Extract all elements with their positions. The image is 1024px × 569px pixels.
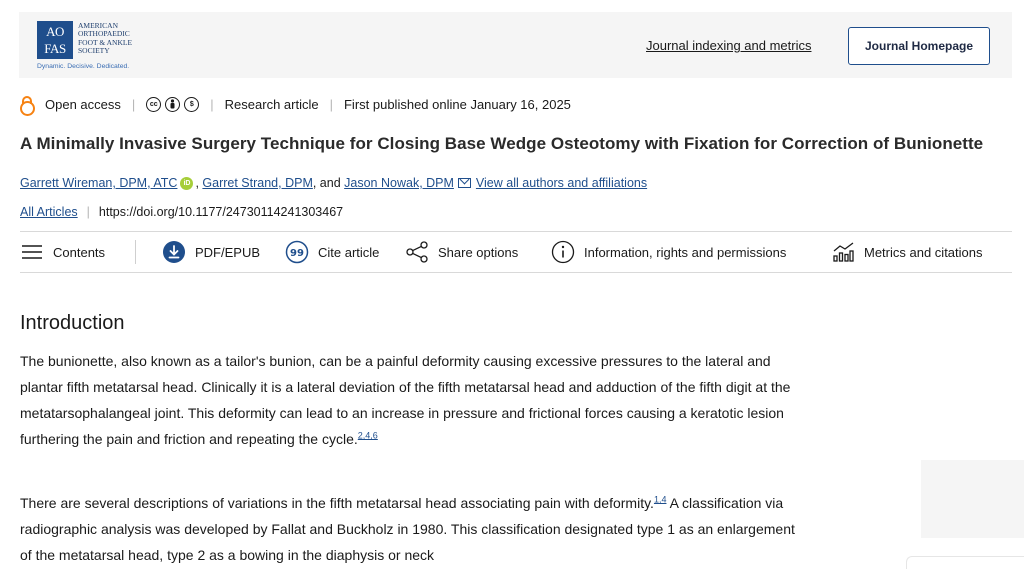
orcid-icon[interactable]: iD: [180, 176, 194, 190]
reference-link[interactable]: 2,4,6: [358, 430, 378, 440]
metrics-citations-label: Metrics and citations: [864, 244, 983, 260]
pdf-epub-label: PDF/EPUB: [195, 244, 261, 260]
metrics-citations-button[interactable]: Metrics and citations: [831, 238, 983, 266]
author-link[interactable]: Jason Nowak, DPM: [344, 176, 454, 190]
cite-article-label: Cite article: [318, 244, 380, 260]
author-list: Garrett Wireman, DPM, ATC iD , Garret St…: [20, 176, 647, 190]
body-paragraph: The bunionette, also known as a tailor's…: [20, 348, 810, 452]
pdf-epub-button[interactable]: PDF/EPUB: [162, 238, 260, 266]
share-icon: [405, 240, 429, 264]
section-heading: Introduction: [20, 312, 125, 334]
article-toolbar: Contents PDF/EPUB 99 Cite article Share …: [20, 238, 1012, 266]
body-paragraph: There are several descriptions of variat…: [20, 490, 810, 568]
license-icons[interactable]: cc $: [146, 96, 200, 112]
quote-icon: 99: [285, 240, 309, 264]
article-meta: Open access | cc $ | Research article | …: [20, 95, 571, 116]
author-separator: ,: [195, 176, 199, 190]
toolbar-divider-top: [20, 231, 1012, 232]
aofas-logo[interactable]: AO FAS American Orthopaedic Foot & Ankle…: [37, 21, 167, 71]
published-date: First published online January 16, 2025: [343, 96, 571, 112]
info-icon: [551, 240, 575, 264]
download-icon: [162, 240, 186, 264]
logo-tagline: Dynamic. Decisive. Dedicated.: [37, 63, 130, 70]
cc-icon: cc: [146, 96, 162, 112]
logo-mark: AO FAS: [37, 21, 73, 59]
paragraph-text: The bunionette, also known as a tailor's…: [20, 353, 791, 447]
author-link[interactable]: Garrett Wireman, DPM, ATC: [20, 176, 177, 190]
logo-words: American Orthopaedic Foot & Ankle Societ…: [78, 21, 133, 56]
author-link[interactable]: Garret Strand, DPM: [202, 176, 312, 190]
share-options-button[interactable]: Share options: [405, 238, 518, 266]
journal-homepage-button[interactable]: Journal Homepage: [848, 27, 990, 65]
menu-icon: [20, 240, 44, 264]
mail-icon[interactable]: [457, 178, 471, 188]
information-rights-label: Information, rights and permissions: [584, 244, 787, 260]
open-access-label: Open access: [45, 96, 121, 112]
metrics-icon: [831, 240, 855, 264]
meta-separator: |: [86, 205, 90, 219]
all-articles-link[interactable]: All Articles: [20, 205, 78, 219]
contents-label: Contents: [53, 244, 106, 260]
open-access-icon: [20, 96, 35, 116]
contents-button[interactable]: Contents: [20, 238, 105, 266]
doi-text[interactable]: https://doi.org/10.1177/2473011424130346…: [99, 205, 343, 219]
by-icon: [165, 96, 181, 112]
article-type: Research article: [224, 96, 319, 112]
reference-link[interactable]: 1,4: [654, 494, 667, 504]
author-separator: , and: [312, 176, 341, 190]
toolbar-separator: [135, 240, 136, 264]
article-links: All Articles | https://doi.org/10.1177/2…: [20, 205, 343, 219]
meta-separator: |: [131, 96, 136, 112]
information-rights-button[interactable]: Information, rights and permissions: [551, 238, 786, 266]
share-options-label: Share options: [438, 244, 519, 260]
article-title: A Minimally Invasive Surgery Technique f…: [20, 134, 984, 153]
cite-article-button[interactable]: 99 Cite article: [285, 238, 379, 266]
nc-icon: $: [184, 96, 200, 112]
meta-separator: |: [329, 96, 333, 112]
side-panel-edge: [906, 556, 1024, 569]
journal-header: AO FAS American Orthopaedic Foot & Ankle…: [19, 12, 1012, 78]
svg-text:99: 99: [290, 248, 304, 259]
toolbar-divider-bottom: [20, 272, 1012, 273]
journal-indexing-link[interactable]: Journal indexing and metrics: [646, 38, 811, 53]
paragraph-text: There are several descriptions of variat…: [20, 495, 654, 511]
side-panel: [921, 460, 1024, 538]
meta-separator: |: [210, 96, 214, 112]
view-all-authors-link[interactable]: View all authors and affiliations: [476, 176, 647, 190]
